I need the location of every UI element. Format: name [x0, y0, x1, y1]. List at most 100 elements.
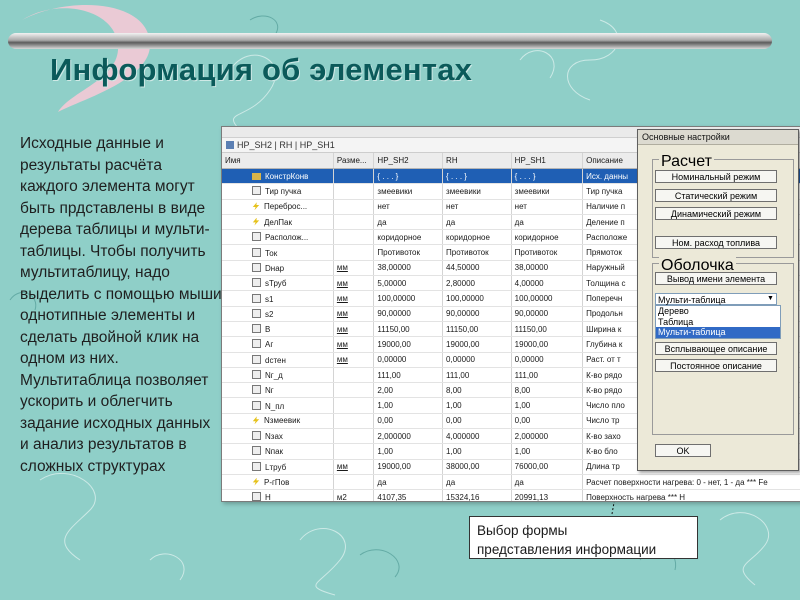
cell-name[interactable]: Aг [222, 336, 334, 353]
cell-hp-sh2[interactable]: 2,000000 [373, 428, 444, 445]
cell-unit[interactable] [333, 214, 375, 231]
cell-hp-sh2[interactable]: 2,00 [373, 382, 444, 399]
cell-name[interactable]: Nзах [222, 428, 334, 445]
cell-rh[interactable]: 4,000000 [442, 428, 512, 445]
cell-unit[interactable] [333, 474, 375, 491]
column-header-name[interactable]: Имя [222, 153, 334, 169]
cell-unit[interactable] [333, 443, 375, 460]
table-row[interactable]: P-гПов да да да Расчет поверхности нагрева: … [222, 474, 800, 491]
cell-unit[interactable] [333, 413, 375, 430]
cell-rh[interactable]: 90,00000 [442, 306, 512, 322]
cell-rh[interactable]: да [442, 474, 512, 491]
cell-name[interactable]: sТруб [222, 275, 334, 292]
cell-rh[interactable]: 1,00 [442, 397, 512, 414]
cell-hp-sh1[interactable]: 76000,00 [511, 459, 584, 475]
option-multitable[interactable]: Мульти-таблица [656, 327, 780, 338]
cell-hp-sh1[interactable]: 100,00000 [511, 290, 584, 307]
cell-hp-sh1[interactable]: 1,00 [511, 397, 584, 414]
view-mode-select[interactable]: Мульти-таблица ▼ [655, 293, 777, 305]
cell-name[interactable]: Nзмеевик [222, 413, 334, 430]
cell-rh[interactable]: нет [442, 199, 512, 215]
cell-hp-sh2[interactable]: { . . . } [373, 168, 444, 185]
cell-unit[interactable] [333, 367, 375, 384]
cell-description[interactable]: Поверхность нагрева *** H [582, 489, 800, 501]
cell-rh[interactable]: { . . . } [442, 168, 512, 185]
cell-name[interactable]: N_пл [222, 397, 334, 414]
constant-description-button[interactable]: Постоянное описание [655, 359, 777, 372]
cell-hp-sh1[interactable]: 11150,00 [511, 321, 584, 338]
cell-hp-sh2[interactable]: 4107,35 [373, 489, 444, 501]
cell-hp-sh2[interactable]: да [373, 214, 444, 231]
cell-hp-sh2[interactable]: 0,00 [373, 413, 444, 430]
cell-hp-sh1[interactable]: 20991,13 [511, 489, 584, 501]
cell-hp-sh1[interactable]: Противоток [511, 244, 584, 261]
cell-hp-sh1[interactable]: 0,00 [511, 413, 584, 430]
static-mode-button[interactable]: Статический режим [655, 189, 777, 202]
cell-unit[interactable]: мм [333, 336, 375, 353]
popup-description-button[interactable]: Всплывающее описание [655, 342, 777, 355]
cell-unit[interactable]: мм [333, 290, 375, 307]
cell-name[interactable]: Nг_д [222, 367, 334, 384]
column-header-unit[interactable]: Разме... [333, 153, 375, 169]
cell-rh[interactable]: 11150,00 [442, 321, 512, 338]
cell-unit[interactable] [333, 199, 375, 215]
table-row[interactable]: Hм2 4107,35 15324,16 20991,13 Поверхность на… [222, 489, 800, 501]
cell-rh[interactable]: змеевики [442, 183, 512, 200]
cell-unit[interactable] [333, 229, 375, 246]
cell-rh[interactable]: Противоток [442, 244, 512, 261]
cell-hp-sh2[interactable]: змеевики [373, 183, 444, 200]
cell-hp-sh2[interactable]: 11150,00 [373, 321, 444, 338]
cell-unit[interactable] [333, 244, 375, 261]
cell-hp-sh1[interactable]: змеевики [511, 183, 584, 200]
cell-rh[interactable]: 0,00000 [442, 352, 512, 368]
cell-name[interactable]: P-гПов [222, 474, 334, 491]
cell-hp-sh1[interactable]: да [511, 474, 584, 491]
cell-hp-sh2[interactable]: 38,00000 [373, 260, 444, 277]
column-header-rh[interactable]: RH [442, 153, 512, 169]
cell-rh[interactable]: 2,80000 [442, 275, 512, 292]
cell-name[interactable]: ДелПак [222, 214, 334, 231]
cell-hp-sh2[interactable]: 1,00 [373, 443, 444, 460]
cell-rh[interactable]: 1,00 [442, 443, 512, 460]
view-mode-dropdown[interactable]: Дерево Таблица Мульти-таблица [655, 305, 781, 339]
cell-name[interactable]: Lтруб [222, 459, 334, 475]
cell-name[interactable]: H [222, 489, 334, 501]
cell-hp-sh1[interactable]: 19000,00 [511, 336, 584, 353]
cell-name[interactable]: dстен [222, 352, 334, 368]
cell-hp-sh1[interactable]: 2,000000 [511, 428, 584, 445]
cell-hp-sh2[interactable]: нет [373, 199, 444, 215]
cell-hp-sh2[interactable]: 111,00 [373, 367, 444, 384]
cell-hp-sh1[interactable]: 0,00000 [511, 352, 584, 368]
cell-unit[interactable] [333, 428, 375, 445]
cell-name[interactable]: Ток [222, 244, 334, 261]
cell-hp-sh1[interactable]: 111,00 [511, 367, 584, 384]
cell-hp-sh2[interactable]: коридорное [373, 229, 444, 246]
cell-hp-sh2[interactable]: 19000,00 [373, 336, 444, 353]
tab-path[interactable]: HP_SH2 | RH | HP_SH1 [237, 140, 335, 150]
cell-name[interactable]: s1 [222, 290, 334, 307]
option-tree[interactable]: Дерево [656, 306, 780, 317]
cell-unit[interactable]: мм [333, 352, 375, 368]
option-table[interactable]: Таблица [656, 317, 780, 328]
cell-hp-sh1[interactable]: 4,00000 [511, 275, 584, 292]
show-element-name-button[interactable]: Вывод имени элемента [655, 272, 777, 285]
cell-rh[interactable]: да [442, 214, 512, 231]
cell-hp-sh1[interactable]: 90,00000 [511, 306, 584, 322]
cell-hp-sh1[interactable]: { . . . } [511, 168, 584, 185]
cell-hp-sh2[interactable]: 1,00 [373, 397, 444, 414]
cell-rh[interactable]: 100,00000 [442, 290, 512, 307]
cell-rh[interactable]: 111,00 [442, 367, 512, 384]
cell-unit[interactable]: мм [333, 275, 375, 292]
cell-unit[interactable] [333, 168, 375, 185]
cell-hp-sh1[interactable]: да [511, 214, 584, 231]
cell-hp-sh2[interactable]: Противоток [373, 244, 444, 261]
cell-hp-sh1[interactable]: 1,00 [511, 443, 584, 460]
chevron-down-icon[interactable]: ▼ [765, 294, 776, 304]
cell-hp-sh2[interactable]: 0,00000 [373, 352, 444, 368]
cell-rh[interactable]: 15324,16 [442, 489, 512, 501]
cell-hp-sh1[interactable]: 8,00 [511, 382, 584, 399]
column-header-hp-sh2[interactable]: HP_SH2 [373, 153, 444, 169]
cell-name[interactable]: Тир пучка [222, 183, 334, 200]
cell-hp-sh1[interactable]: нет [511, 199, 584, 215]
cell-rh[interactable]: 38000,00 [442, 459, 512, 475]
